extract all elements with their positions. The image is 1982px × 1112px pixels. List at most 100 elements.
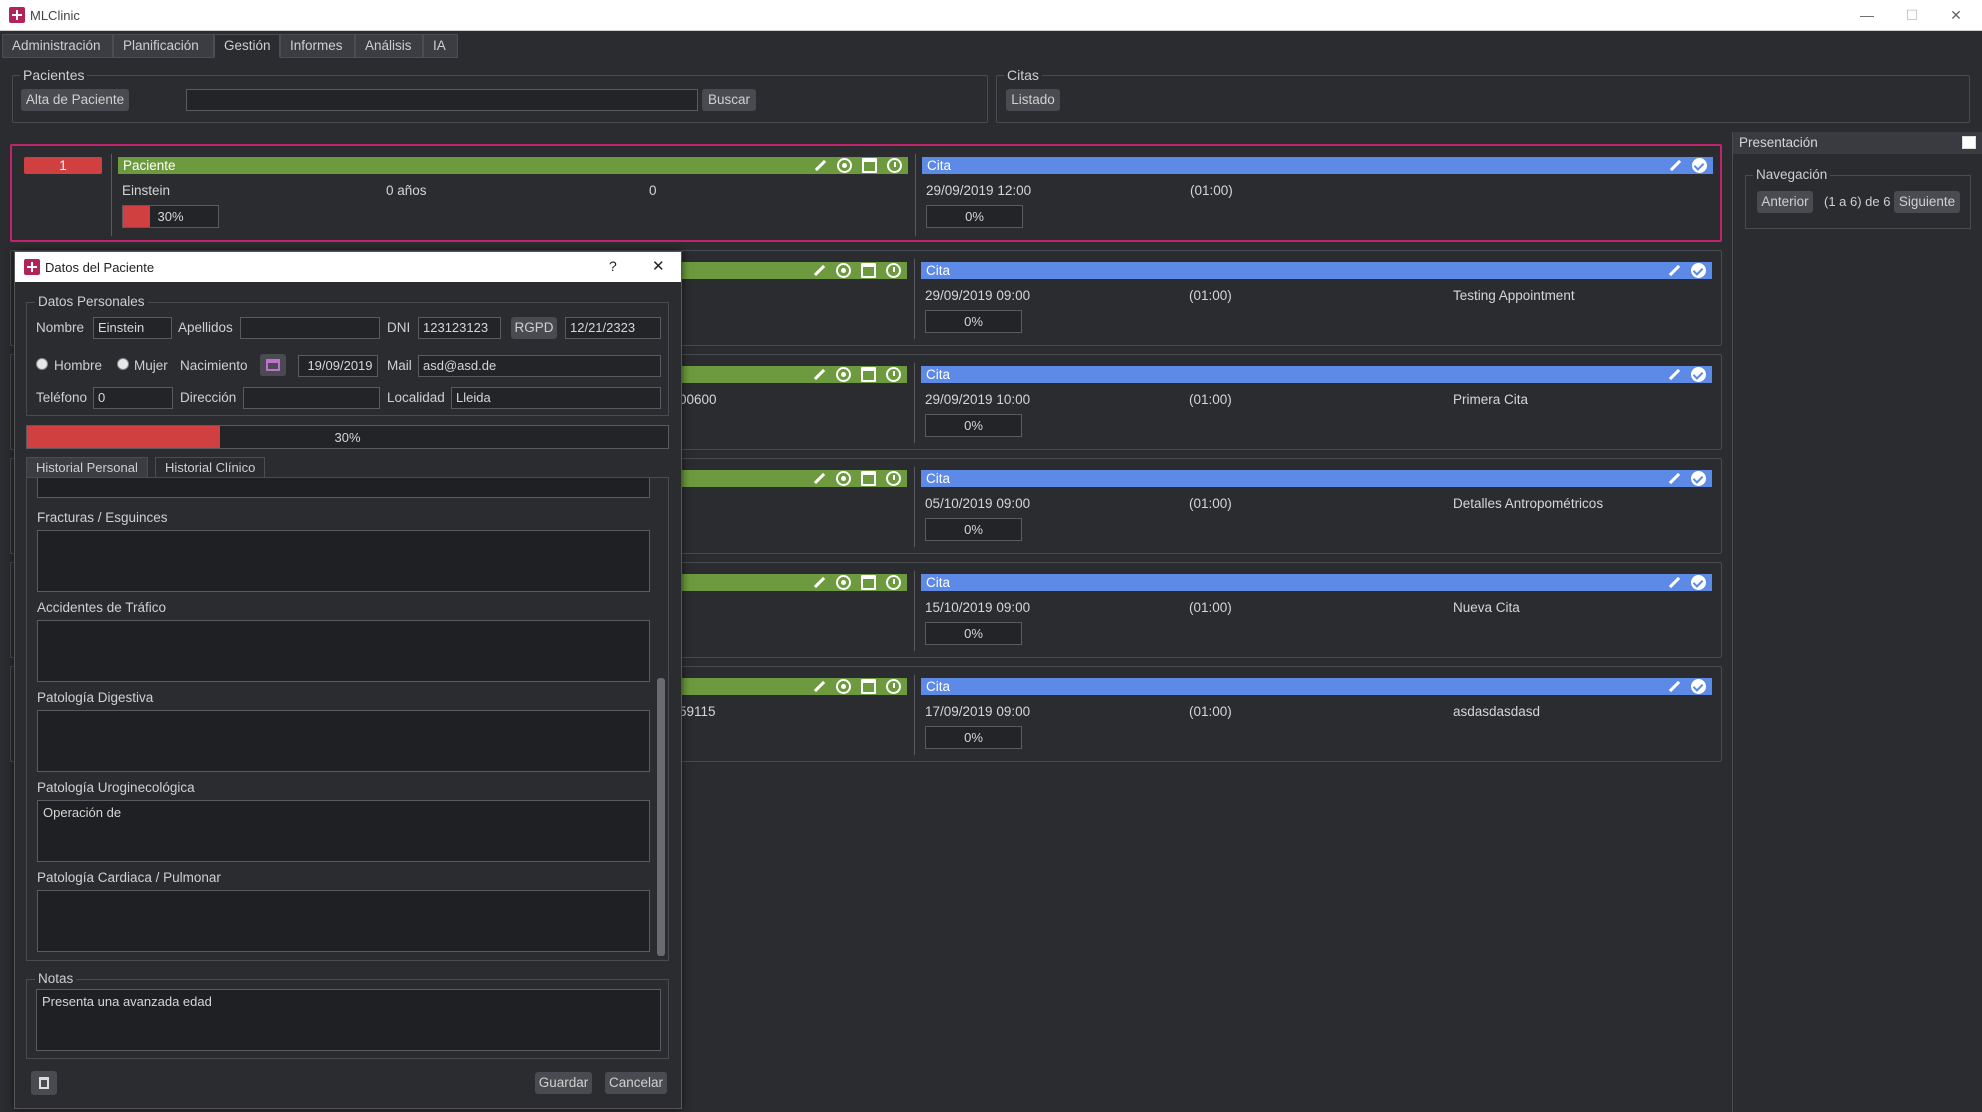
cita-bar-label: Cita [926, 263, 951, 278]
divider [914, 259, 915, 339]
alta-paciente-button[interactable]: Alta de Paciente [21, 89, 129, 111]
close-window-button[interactable]: ✕ [1942, 4, 1970, 26]
edit-icon[interactable] [811, 575, 826, 590]
mujer-radio[interactable] [117, 358, 129, 370]
edit-icon[interactable] [812, 158, 827, 173]
cita-bar-label: Cita [926, 471, 951, 486]
mail-field[interactable]: asd@asd.de [418, 355, 661, 377]
tab-informes[interactable]: Informes [280, 34, 355, 58]
telefono-field[interactable]: 0 [93, 387, 173, 409]
direccion-field[interactable] [243, 387, 380, 409]
calendar-icon[interactable] [861, 471, 876, 486]
delete-button[interactable] [31, 1071, 57, 1095]
history-icon[interactable] [886, 679, 901, 694]
check-icon[interactable] [1691, 575, 1706, 590]
history-icon[interactable] [886, 471, 901, 486]
locate-icon[interactable] [836, 575, 851, 590]
fracturas-textarea[interactable] [37, 530, 650, 592]
help-button[interactable]: ? [609, 258, 617, 274]
divider [111, 154, 112, 236]
cita-progress: 0% [925, 414, 1022, 437]
listado-button[interactable]: Listado [1006, 89, 1060, 111]
buscar-button[interactable]: Buscar [702, 89, 756, 111]
nombre-field[interactable]: Einstein [93, 317, 172, 339]
trash-icon [39, 1077, 49, 1089]
patient-card[interactable]: 1 Paciente Einstein 0 años 0 30% Cita 29… [10, 144, 1722, 242]
dni-field[interactable]: 123123123 [418, 317, 501, 339]
cardiaca-textarea[interactable] [37, 890, 650, 952]
previous-section-textarea[interactable] [37, 478, 650, 498]
edit-icon[interactable] [1666, 471, 1681, 486]
edit-icon[interactable] [811, 367, 826, 382]
calendar-icon[interactable] [861, 263, 876, 278]
date-picker-button[interactable] [260, 354, 286, 376]
cita-progress: 0% [925, 726, 1022, 749]
anterior-button[interactable]: Anterior [1757, 191, 1813, 213]
edit-icon[interactable] [1666, 367, 1681, 382]
cancelar-button[interactable]: Cancelar [605, 1072, 667, 1094]
digestiva-textarea[interactable] [37, 710, 650, 772]
minimize-button[interactable]: — [1853, 4, 1881, 26]
cita-progress: 0% [925, 622, 1022, 645]
patient-phone: 0 [649, 183, 657, 198]
check-icon[interactable] [1691, 471, 1706, 486]
locate-icon[interactable] [837, 158, 852, 173]
divider [914, 467, 915, 547]
tab-historial-clinico[interactable]: Historial Clínico [155, 457, 266, 478]
uroginecologica-textarea[interactable]: Operación de [37, 800, 650, 862]
patient-search-input[interactable] [186, 89, 698, 111]
notas-textarea[interactable]: Presenta una avanzada edad [36, 989, 661, 1051]
edit-icon[interactable] [1666, 575, 1681, 590]
accidentes-textarea[interactable] [37, 620, 650, 682]
panel-header: Presentación [1733, 132, 1982, 154]
guardar-button[interactable]: Guardar [535, 1072, 592, 1094]
cita-bar-label: Cita [926, 679, 951, 694]
localidad-field[interactable]: Lleida [451, 387, 661, 409]
dialog-logo-icon [24, 259, 40, 275]
check-icon[interactable] [1691, 263, 1706, 278]
rgpd-button[interactable]: RGPD [511, 317, 557, 339]
check-icon[interactable] [1692, 158, 1707, 173]
scrollbar[interactable] [656, 478, 666, 960]
calendar-icon[interactable] [861, 679, 876, 694]
edit-icon[interactable] [811, 471, 826, 486]
check-icon[interactable] [1691, 367, 1706, 382]
tab-administracion[interactable]: Administración [2, 34, 113, 58]
history-icon[interactable] [886, 367, 901, 382]
tab-planificacion[interactable]: Planificación [113, 34, 214, 58]
patient-age: 0 años [386, 183, 427, 198]
close-dialog-button[interactable]: ✕ [652, 257, 665, 275]
page-range: (1 a 6) de 6 [1824, 194, 1891, 209]
locate-icon[interactable] [836, 471, 851, 486]
edit-icon[interactable] [811, 263, 826, 278]
history-icon[interactable] [886, 575, 901, 590]
check-icon[interactable] [1691, 679, 1706, 694]
history-icon[interactable] [886, 263, 901, 278]
calendar-icon[interactable] [861, 575, 876, 590]
cita-duration: (01:00) [1189, 600, 1232, 615]
hombre-radio[interactable] [36, 358, 48, 370]
tab-historial-personal[interactable]: Historial Personal [26, 457, 148, 478]
locate-icon[interactable] [836, 679, 851, 694]
apellidos-field[interactable] [240, 317, 380, 339]
siguiente-button[interactable]: Siguiente [1894, 191, 1960, 213]
calendar-icon[interactable] [862, 158, 877, 173]
calendar-icon[interactable] [861, 367, 876, 382]
locate-icon[interactable] [836, 263, 851, 278]
edit-icon[interactable] [1667, 158, 1682, 173]
undock-icon[interactable] [1962, 136, 1976, 149]
maximize-button[interactable]: ☐ [1898, 4, 1926, 26]
edit-icon[interactable] [1666, 679, 1681, 694]
rgpd-date-field[interactable]: 12/21/2323 [565, 317, 661, 339]
tab-analisis[interactable]: Análisis [355, 34, 423, 58]
cita-date: 29/09/2019 09:00 [925, 288, 1031, 303]
locate-icon[interactable] [836, 367, 851, 382]
scrollbar-thumb[interactable] [657, 678, 665, 956]
cita-duration: (01:00) [1189, 288, 1232, 303]
nacimiento-field[interactable]: 19/09/2019 [298, 355, 378, 377]
edit-icon[interactable] [811, 679, 826, 694]
edit-icon[interactable] [1666, 263, 1681, 278]
history-icon[interactable] [887, 158, 902, 173]
tab-ia[interactable]: IA [423, 34, 458, 58]
tab-gestion[interactable]: Gestión [214, 34, 280, 58]
